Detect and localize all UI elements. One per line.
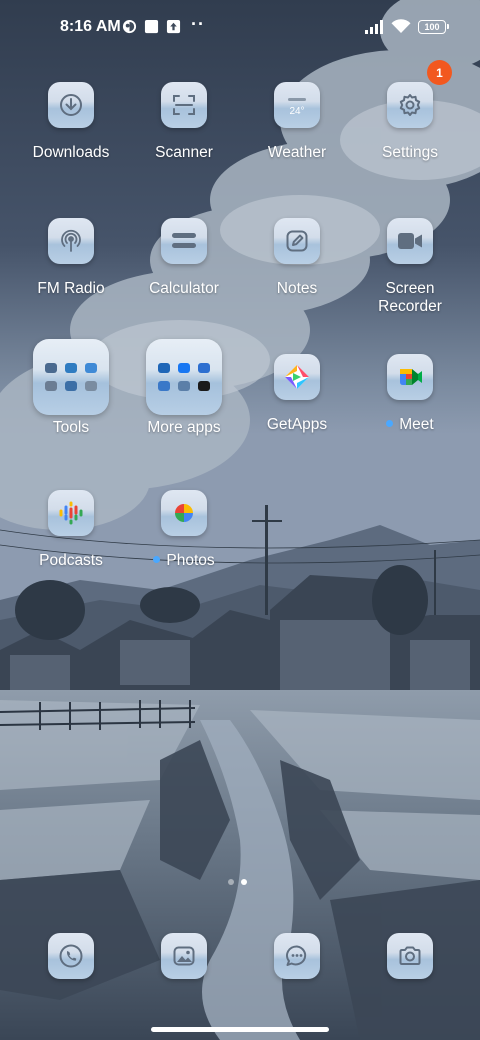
app-weather[interactable]: 24° Weather [241,82,353,162]
app-photos[interactable]: Photos [128,490,240,570]
mini-app-icon [158,381,170,391]
app-fm-radio[interactable]: FM Radio [15,218,127,298]
mini-app-icon [198,363,210,373]
app-label: More apps [147,419,221,436]
app-meet[interactable]: Meet [354,354,466,434]
weather-temperature: 24° [289,106,304,117]
dock-messages[interactable] [274,933,320,979]
app-podcasts[interactable]: Podcasts [15,490,127,570]
settings-notification-badge: 1 [427,60,452,85]
status-time: 8:16 AM [60,18,121,35]
mini-app-icon [65,381,77,391]
app-label: Scanner [155,144,213,161]
mini-app-icon [45,363,57,373]
dock-phone[interactable] [48,933,94,979]
meet-icon [387,354,433,400]
app-label: Calculator [149,280,219,297]
app-label: FM Radio [37,280,105,297]
messages-icon [286,945,307,966]
folder-icon [146,339,222,415]
mini-app-icon [85,363,97,373]
signal-icon [364,18,386,35]
upload-notification-icon [165,18,182,35]
app-label-with-indicator: Meet [386,416,434,434]
calculator-icon [161,218,207,264]
dock-gallery[interactable] [161,933,207,979]
app-notes[interactable]: Notes [241,218,353,298]
notes-icon [274,218,320,264]
app-label: Meet [399,416,434,433]
app-screen-recorder[interactable]: Screen Recorder [354,218,466,316]
battery-level: 100 [424,21,440,32]
folder-icon [33,339,109,415]
mini-app-icon [158,363,170,373]
mini-app-icon [178,363,190,373]
page-dot[interactable] [228,879,234,885]
app-label: Downloads [32,144,110,161]
mini-app-icon [45,381,57,391]
download-icon [48,82,94,128]
app-label: Screen Recorder [378,280,442,315]
new-app-dot [153,556,161,563]
folder-tools[interactable]: Tools [15,339,127,437]
app-calculator[interactable]: Calculator [128,218,240,298]
radio-icon [48,218,94,264]
camera-icon [399,946,421,965]
app-downloads[interactable]: Downloads [15,82,127,162]
app-label-with-indicator: Photos [153,552,215,570]
home-indicator-bar[interactable] [151,1027,329,1032]
status-bar: 8:16 AM ·· 100 [0,0,480,56]
dock-camera[interactable] [387,933,433,979]
folder-more-apps[interactable]: More apps [128,339,240,437]
app-label: GetApps [266,416,328,433]
app-label: Podcasts [39,552,103,569]
wifi-icon [390,18,412,35]
phone-icon [59,944,83,968]
app-label: Notes [276,280,318,297]
podcasts-icon [48,490,94,536]
scanner-icon [161,82,207,128]
battery-indicator: 100 [418,20,449,34]
app-getapps[interactable]: GetApps [241,354,353,434]
getapps-icon [274,354,320,400]
mini-app-icon [178,381,190,391]
page-indicator [228,879,247,885]
photos-icon [161,490,207,536]
page-dot-active[interactable] [241,879,247,885]
weather-icon: 24° [274,82,320,128]
app-label: Settings [381,144,438,161]
app-settings[interactable]: Settings [354,82,466,162]
app-label: Weather [267,144,327,161]
gallery-icon [173,946,195,966]
video-camera-icon [387,218,433,264]
more-notifications-dots: ·· [191,14,205,34]
gear-icon [387,82,433,128]
app-notification-icon [121,18,138,35]
mini-app-icon [65,363,77,373]
mini-app-icon [198,381,210,391]
app-label: Photos [166,552,215,569]
new-app-dot [386,420,394,427]
mini-app-icon [85,381,97,391]
app-label: Tools [52,419,90,436]
square-notification-icon [143,18,160,35]
app-scanner[interactable]: Scanner [128,82,240,162]
